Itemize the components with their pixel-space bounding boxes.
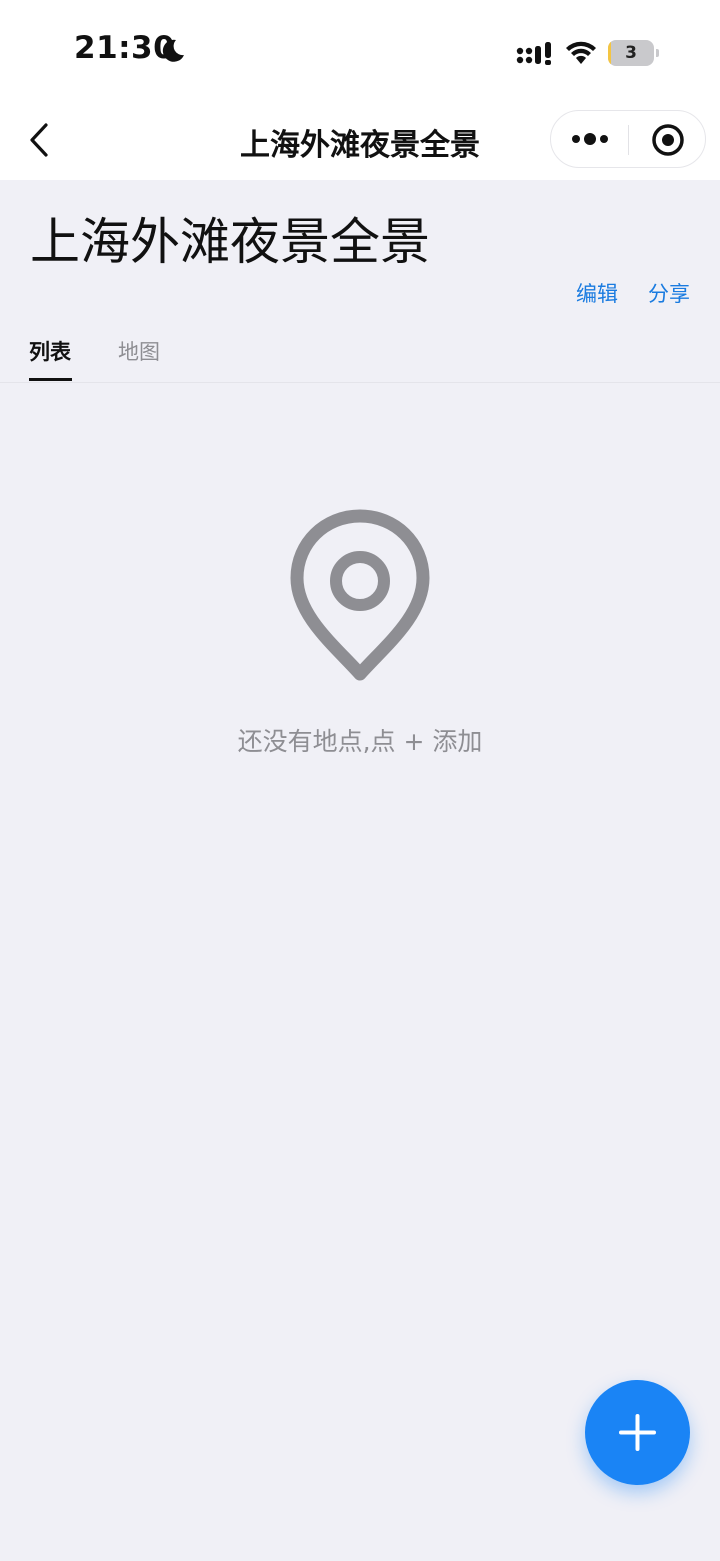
plus-icon	[619, 1414, 656, 1451]
signal-icon	[516, 42, 551, 65]
target-icon[interactable]	[651, 123, 685, 157]
moon-icon	[162, 39, 184, 62]
add-place-button[interactable]	[585, 1380, 690, 1485]
menu-capsule	[550, 110, 706, 168]
header-actions: 编辑 分享	[546, 278, 690, 308]
nav-bar: 上海外滩夜景全景	[0, 100, 720, 180]
tab-active-indicator	[29, 378, 72, 381]
status-bar: 21:30 3	[0, 0, 720, 100]
share-button[interactable]: 分享	[648, 282, 690, 306]
edit-button[interactable]: 编辑	[576, 282, 618, 306]
page-title: 上海外滩夜景全景	[30, 213, 430, 271]
location-pin-icon	[290, 509, 430, 681]
tab-map[interactable]: 地图	[118, 336, 160, 366]
capsule-divider	[628, 125, 629, 155]
wifi-icon	[566, 41, 596, 64]
empty-state-text: 还没有地点,点 + 添加	[237, 727, 483, 756]
tab-bar: 列表 地图	[0, 330, 720, 383]
more-icon[interactable]	[571, 129, 609, 149]
battery-icon: 3	[608, 40, 660, 66]
battery-text: 3	[625, 43, 637, 63]
tab-list[interactable]: 列表	[29, 336, 71, 366]
